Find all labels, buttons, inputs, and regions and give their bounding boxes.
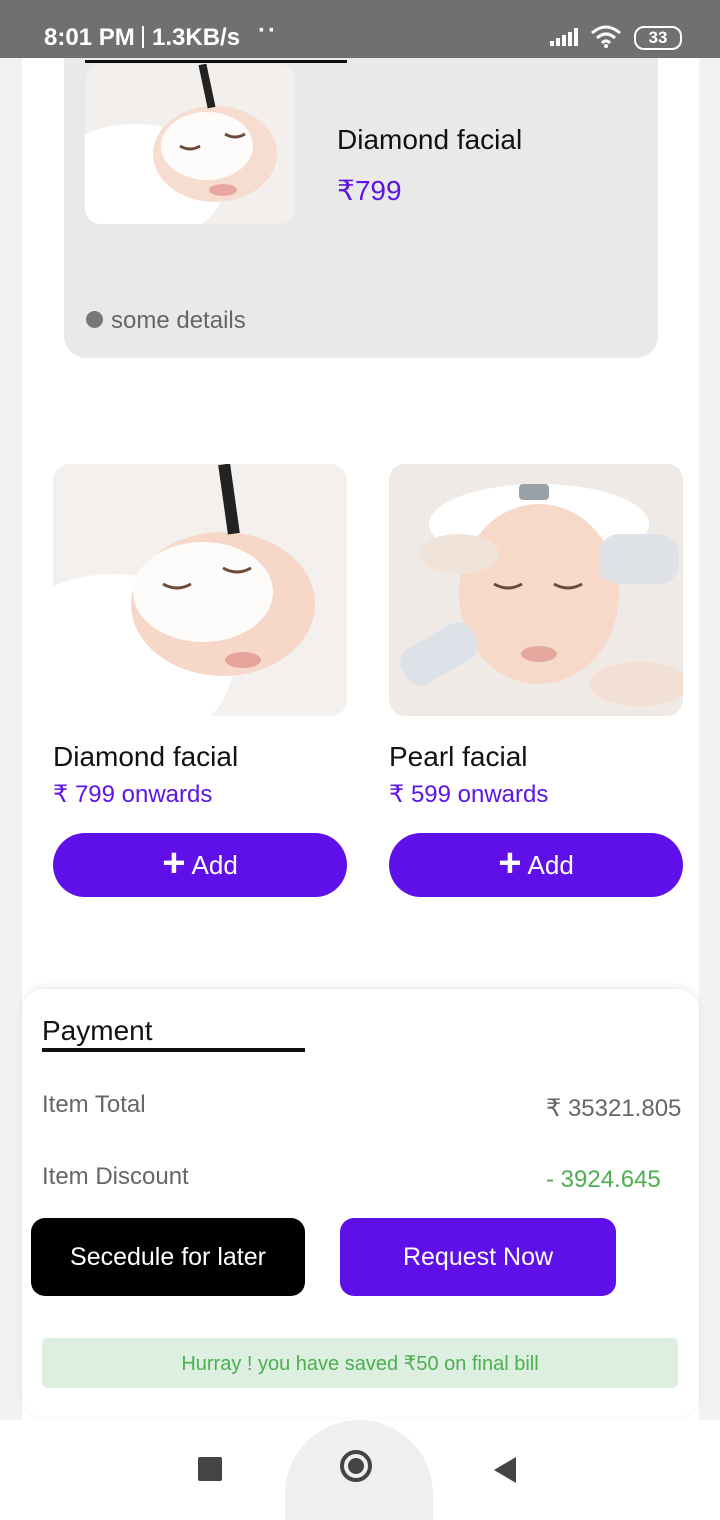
service-image-diamond[interactable] [53,464,347,716]
home-icon[interactable] [340,1450,372,1482]
payment-title: Payment [42,1015,153,1046]
add-button-pearl[interactable]: + Add [389,833,683,897]
item-discount-value: - 3924.645 [546,1166,661,1193]
back-icon[interactable] [494,1457,516,1483]
schedule-later-button[interactable]: Secedule for later [31,1218,305,1296]
bullet-icon [86,311,103,328]
signal-icon [550,28,582,46]
payment-underline [42,1048,305,1052]
service-price-pearl: ₹ 599 onwards [389,781,549,808]
wifi-icon [591,25,621,48]
plus-icon: + [498,841,522,885]
plus-icon: + [162,841,186,885]
service-price-diamond: ₹ 799 onwards [53,781,213,808]
network-speed: 1.3KB/s [152,24,241,51]
request-now-button[interactable]: Request Now [340,1218,616,1296]
hero-details: some details [86,307,246,335]
item-total-value: ₹ 35321.805 [546,1095,682,1122]
savings-banner: Hurray ! you have saved ₹50 on final bil… [42,1338,678,1388]
hero-details-text: some details [111,307,246,334]
item-total-label: Item Total [42,1091,146,1118]
hero-divider [85,60,347,63]
service-image-pearl[interactable] [389,464,683,716]
service-title-diamond: Diamond facial [53,741,239,772]
hero-image [85,64,295,224]
status-bar: 8:01 PM 1.3KB/s ·· 33 [0,0,720,58]
add-button-label: Add [191,849,238,880]
status-time: 8:01 PM [44,24,135,51]
item-discount-label: Item Discount [42,1163,189,1190]
service-title-pearl: Pearl facial [389,741,528,772]
recents-icon[interactable] [198,1457,222,1481]
hero-price: ₹799 [337,175,402,206]
add-button-label: Add [527,849,574,880]
battery-icon: 33 [634,26,682,50]
status-separator [142,26,144,48]
add-button-diamond[interactable]: + Add [53,833,347,897]
notification-dots: ·· [258,17,278,44]
hero-title: Diamond facial [337,124,523,155]
